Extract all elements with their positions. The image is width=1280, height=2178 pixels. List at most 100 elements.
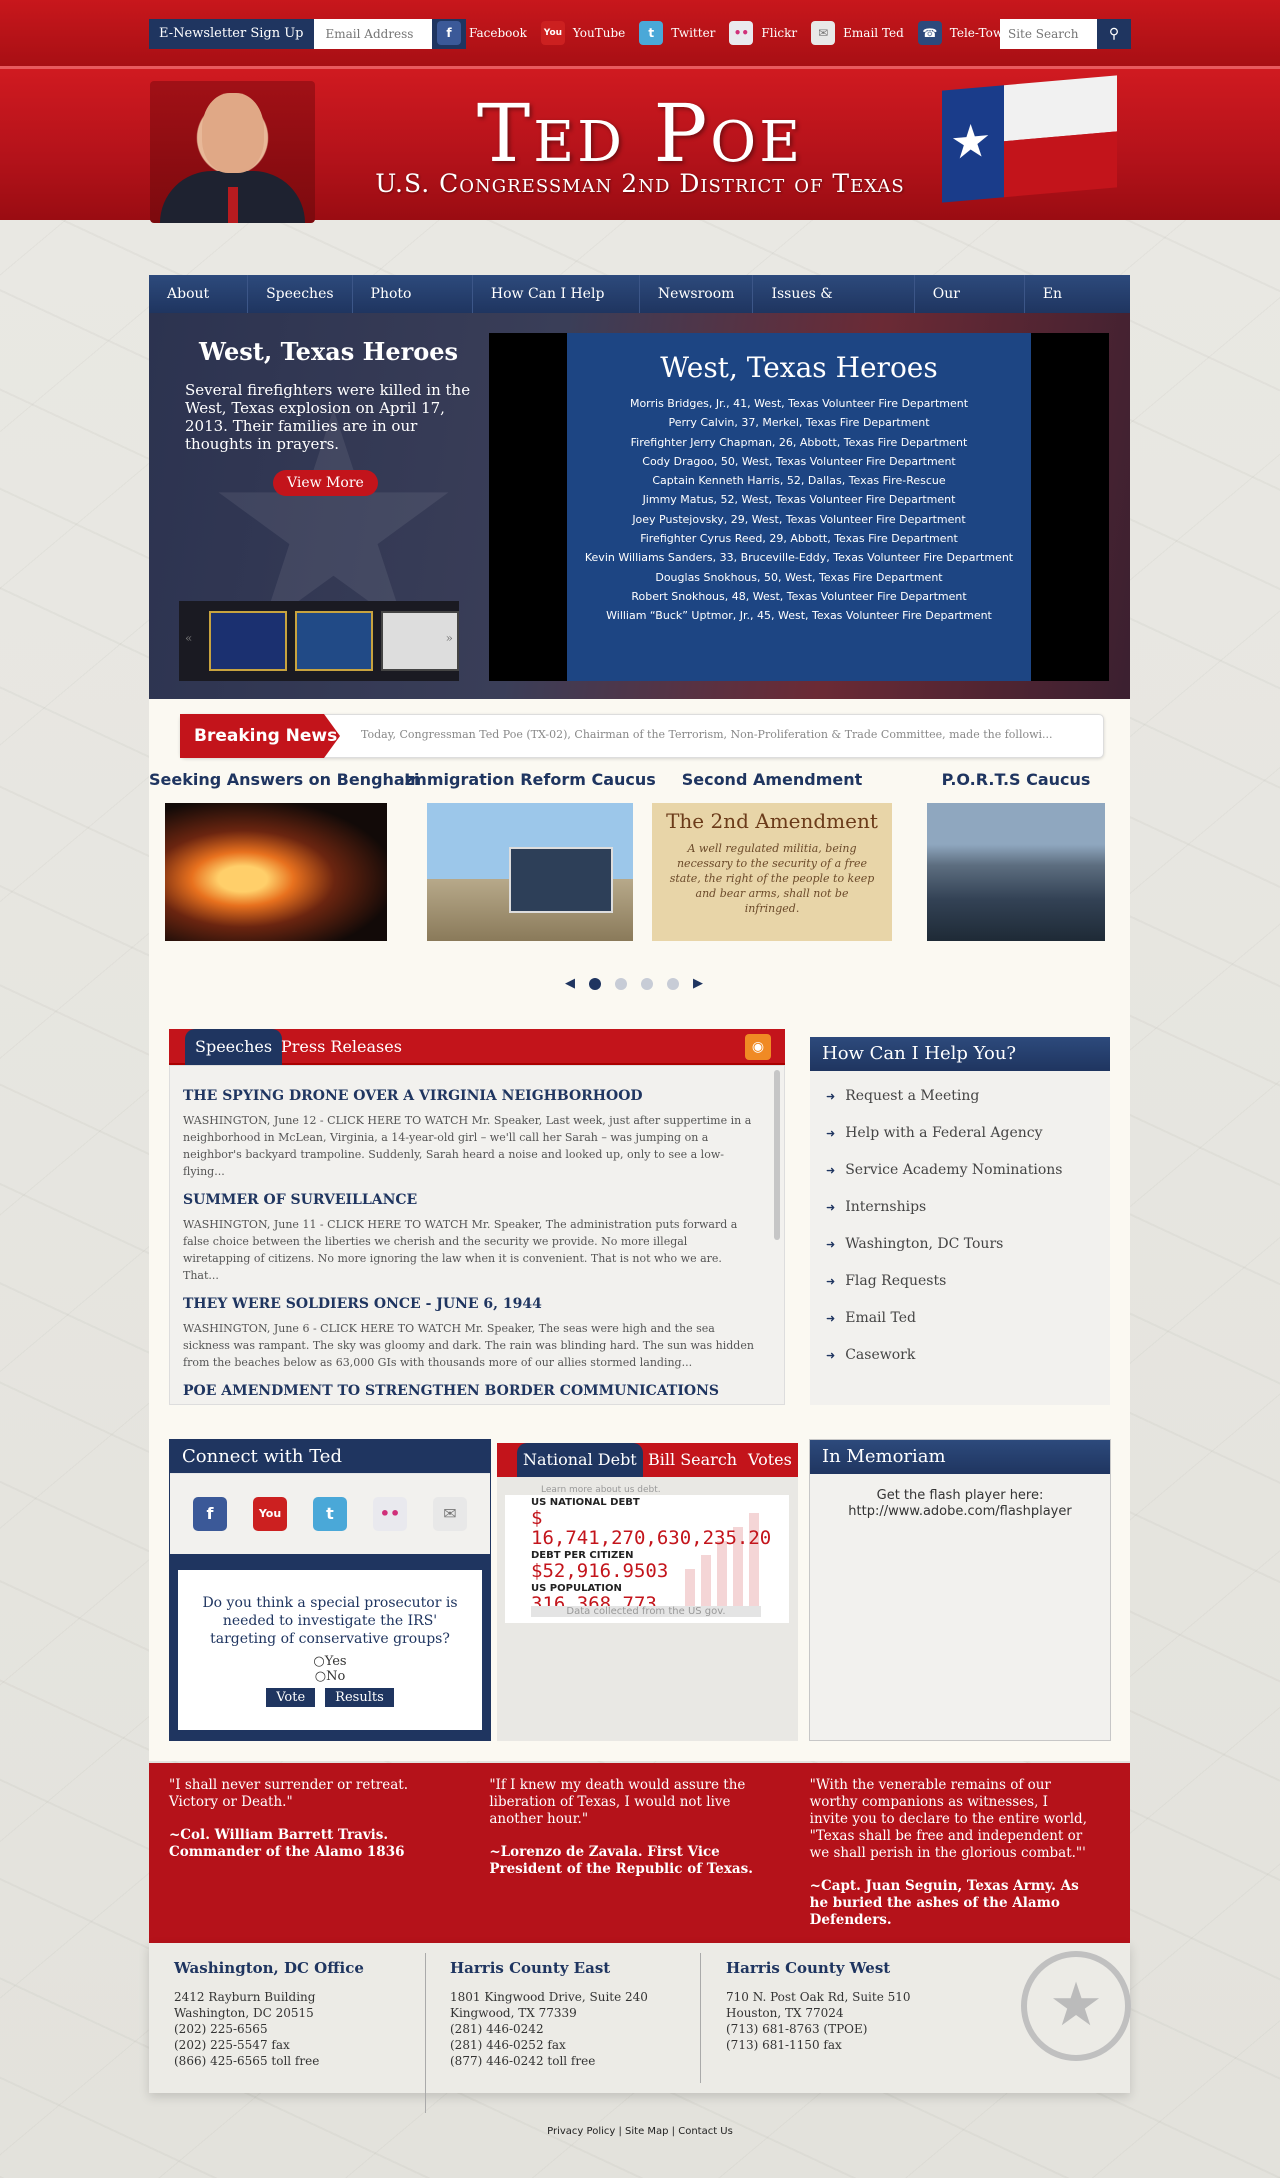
feature-immigration[interactable]: Immigration Reform Caucus <box>403 770 657 941</box>
social-link-youtube[interactable]: You YouTube <box>540 21 625 45</box>
debt-panel: National Debt Bill Search Votes Learn mo… <box>497 1443 798 1741</box>
results-button[interactable]: Results <box>325 1688 394 1707</box>
footer-divider <box>425 1953 426 2113</box>
amendment-art-title: The 2nd Amendment <box>666 809 878 833</box>
site-title[interactable]: Ted Poe <box>340 87 940 180</box>
tab-bill-search[interactable]: Bill Search <box>642 1443 743 1477</box>
benghazi-image[interactable] <box>165 803 387 941</box>
newsletter-signup: E-Newsletter Sign Up ▶ <box>149 19 466 49</box>
nav-item-how-can-i-help-you[interactable]: How Can I Help You? <box>473 275 640 340</box>
slide-text: Several firefighters were killed in the … <box>185 381 471 453</box>
quote-author: ~Capt. Juan Seguin, Texas Army. As he bu… <box>809 1878 1079 1928</box>
quote-text: "If I knew my death would assure the lib… <box>489 1777 746 1827</box>
tab-press-releases[interactable]: Press Releases <box>271 1029 412 1065</box>
slider-thumb[interactable] <box>209 611 287 671</box>
thumb-next-icon[interactable]: » <box>446 631 453 645</box>
carousel-dot[interactable] <box>641 977 653 990</box>
top-bar: E-Newsletter Sign Up ▶ f Facebook You YouTu… <box>0 0 1280 66</box>
social-link-email-ted[interactable]: ✉ Email Ted <box>811 21 904 45</box>
learn-more-link[interactable]: Learn more about us debt. <box>541 1485 661 1495</box>
help-item[interactable]: ➜ Washington, DC Tours <box>826 1233 1110 1270</box>
office-line: 2412 Rayburn Building <box>174 1990 316 2004</box>
search-button[interactable]: ⚲ <box>1097 19 1131 49</box>
help-item[interactable]: ➜ Flag Requests <box>826 1270 1110 1307</box>
feature-ports[interactable]: P.O.R.T.S Caucus <box>903 770 1129 941</box>
poll-option-yes[interactable]: ○Yes <box>178 1654 482 1669</box>
help-item-label: Help with a Federal Agency <box>845 1125 1043 1141</box>
help-item[interactable]: ➜ Service Academy Nominations <box>826 1159 1110 1196</box>
nav-item-photo-gallery[interactable]: Photo Gallery <box>353 275 473 340</box>
immigration-image[interactable] <box>427 803 633 941</box>
carousel-dot[interactable] <box>615 977 627 990</box>
view-more-button[interactable]: View More <box>273 470 378 496</box>
tab-votes[interactable]: Votes <box>742 1443 798 1477</box>
carousel-dot[interactable] <box>667 977 679 990</box>
social-link-twitter[interactable]: t Twitter <box>639 21 715 45</box>
second-amendment-image[interactable]: The 2nd Amendment A well regulated milit… <box>652 803 892 941</box>
help-item-label: Casework <box>845 1347 916 1363</box>
panel-title: West, Texas Heroes <box>660 351 938 384</box>
help-title: How Can I Help You? <box>810 1037 1110 1071</box>
nav-item-issues-legislation[interactable]: Issues & Legislation <box>753 275 915 340</box>
quote: "With the venerable remains of our worth… <box>810 1777 1130 1943</box>
office-line: (202) 225-5547 fax <box>174 2038 290 2052</box>
help-item[interactable]: ➜ Email Ted <box>826 1307 1110 1344</box>
carousel-prev-icon[interactable]: ◀ <box>565 976 575 991</box>
breaking-news-ticker[interactable]: Today, Congressman Ted Poe (TX-02), Chai… <box>361 728 1053 741</box>
help-item[interactable]: ➜ Casework <box>826 1344 1110 1381</box>
carousel-next-icon[interactable]: ▶ <box>693 976 703 991</box>
poll-question: Do you think a special prosecutor is nee… <box>202 1595 458 1647</box>
nav-item-about-ted[interactable]: About Ted <box>149 275 249 340</box>
feature-second-amendment[interactable]: Second Amendment The 2nd Amendment A wel… <box>641 770 903 941</box>
quote-text: "With the venerable remains of our worth… <box>809 1777 1087 1861</box>
speech-title-link[interactable]: POE AMENDMENT TO STRENGTHEN BORDER COMMU… <box>183 1383 758 1399</box>
newsletter-label: E-Newsletter Sign Up <box>149 19 314 49</box>
facebook-icon[interactable]: f <box>193 1497 227 1531</box>
flickr-icon[interactable]: •• <box>373 1497 407 1531</box>
speech-title-link[interactable]: SUMMER OF SURVEILLANCE <box>183 1192 758 1208</box>
tab-speeches[interactable]: Speeches <box>185 1029 283 1065</box>
tab-national-debt[interactable]: National Debt <box>517 1443 643 1477</box>
quote-author: ~Col. William Barrett Travis. Commander … <box>169 1827 405 1860</box>
speech-excerpt: WASHINGTON, June 6 - CLICK HERE TO WATCH… <box>183 1322 754 1369</box>
speech-title-link[interactable]: THEY WERE SOLDIERS ONCE - JUNE 6, 1944 <box>183 1296 758 1312</box>
nav-item-speeches[interactable]: Speeches <box>248 275 353 313</box>
arrow-icon: ➜ <box>826 1127 836 1140</box>
carousel-dot[interactable] <box>589 977 601 990</box>
help-item[interactable]: ➜ Request a Meeting <box>826 1085 1110 1122</box>
speeches-tabs: Speeches Press Releases ◉ <box>169 1029 785 1065</box>
nav-item-newsroom[interactable]: Newsroom <box>640 275 754 313</box>
help-item[interactable]: ➜ Internships <box>826 1196 1110 1233</box>
vote-button[interactable]: Vote <box>266 1688 316 1707</box>
speech-title-link[interactable]: THE SPYING DRONE OVER A VIRGINIA NEIGHBO… <box>183 1088 758 1104</box>
poll-option-no[interactable]: ○No <box>178 1669 482 1684</box>
speech-article: SUMMER OF SURVEILLANCE WASHINGTON, June 1… <box>183 1192 758 1284</box>
flickr-icon: •• <box>729 21 754 45</box>
slider-thumb[interactable] <box>295 611 373 671</box>
help-item-label: Washington, DC Tours <box>845 1236 1004 1252</box>
social-link-flickr[interactable]: •• Flickr <box>729 21 797 45</box>
help-item-label: Email Ted <box>845 1310 916 1326</box>
flash-link[interactable]: http://www.adobe.com/flashplayer <box>810 1504 1110 1520</box>
thumb-prev-icon[interactable]: « <box>185 631 192 645</box>
speeches-list: THE SPYING DRONE OVER A VIRGINIA NEIGHBO… <box>169 1065 785 1405</box>
youtube-icon[interactable]: You <box>253 1497 287 1531</box>
nav-item-en-espa-ol[interactable]: En Español <box>1025 275 1130 340</box>
speech-article: POE AMENDMENT TO STRENGTHEN BORDER COMMU… <box>183 1383 758 1399</box>
nav-item-our-district[interactable]: Our District <box>915 275 1025 340</box>
feature-benghazi[interactable]: Seeking Answers on Benghazi <box>149 770 420 941</box>
rss-icon[interactable]: ◉ <box>745 1034 771 1060</box>
social-links: f Facebook You YouTube t Twitter •• Flickr ✉ Emai… <box>437 21 1054 45</box>
speeches-scrollbar[interactable] <box>774 1070 780 1240</box>
hero-name-line: Perry Calvin, 37, Merkel, Texas Fire Dep… <box>668 416 930 430</box>
social-link-facebook[interactable]: f Facebook <box>437 21 527 45</box>
twitter-icon[interactable]: t <box>313 1497 347 1531</box>
email-icon[interactable]: ✉ <box>433 1497 467 1531</box>
help-panel: How Can I Help You? ➜ Request a Meeting ➜ H… <box>810 1037 1110 1405</box>
feature-title: Seeking Answers on Benghazi <box>149 770 420 789</box>
ports-image[interactable] <box>927 803 1105 941</box>
site-search-input[interactable] <box>1000 19 1097 49</box>
newsletter-email-input[interactable] <box>313 19 432 49</box>
footer-links[interactable]: Privacy Policy | Site Map | Contact Us <box>0 2126 1280 2137</box>
help-item[interactable]: ➜ Help with a Federal Agency <box>826 1122 1110 1159</box>
